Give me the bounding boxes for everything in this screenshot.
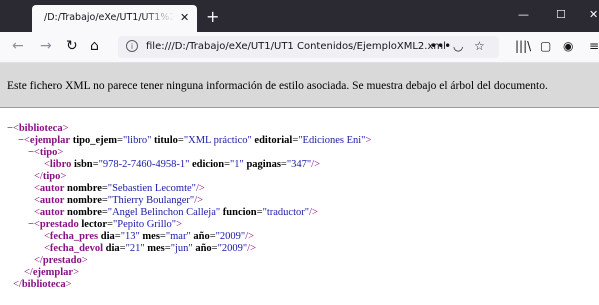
xml-line: </prestado>	[34, 255, 88, 266]
xml-line: <fecha_pres dia="13" mes="mar" año="2009…	[44, 231, 255, 242]
forward-icon[interactable]: →	[40, 38, 52, 54]
xml-line: <fecha_devol dia="21" mes="jun" año="200…	[44, 243, 256, 254]
minimize-icon[interactable]: —	[518, 8, 529, 21]
browser-tab[interactable]: /D:/Trabajo/eXe/UT1/UT1%20Conte ✕	[32, 5, 197, 32]
back-icon[interactable]: ←	[12, 38, 24, 54]
pocket-icon[interactable]: ◡	[453, 39, 463, 53]
xml-line: <autor nombre="Sebastien Lecomte"/>	[34, 183, 205, 194]
title-bar: /D:/Trabajo/eXe/UT1/UT1%20Conte ✕ + — ☐ …	[0, 0, 599, 32]
xml-line: </ejemplar>	[24, 267, 79, 278]
xml-line: <autor nombre="Thierry Boulanger"/>	[34, 195, 204, 206]
xml-line: </tipo>	[34, 171, 67, 182]
xml-line: </biblioteca>	[13, 279, 72, 290]
page-actions-icon[interactable]: •••	[430, 39, 451, 53]
url-text[interactable]: file:///D:/Trabajo/eXe/UT1/UT1 Contenido…	[146, 41, 446, 52]
close-window-icon[interactable]: ✕	[589, 8, 598, 21]
maximize-icon[interactable]: ☐	[556, 8, 566, 21]
xml-line: −<tipo>	[28, 147, 64, 158]
info-icon[interactable]: i	[126, 40, 138, 52]
reload-icon[interactable]: ↻	[66, 38, 78, 54]
menu-icon[interactable]: ≡	[589, 39, 599, 53]
xml-line: −<ejemplar tipo_ejem="libro" titulo="XML…	[18, 135, 372, 146]
xml-line: −<prestado lector="Pepito Grillo">	[28, 219, 182, 230]
library-icon[interactable]: |||\	[515, 39, 531, 53]
new-tab-button[interactable]: +	[206, 7, 219, 26]
xml-info-banner: Este fichero XML no parece tener ninguna…	[0, 63, 599, 108]
navigation-bar: ← → ↻ ⌂ i file:///D:/Trabajo/eXe/UT1/UT1…	[0, 32, 599, 63]
url-bar[interactable]: i file:///D:/Trabajo/eXe/UT1/UT1 Conteni…	[118, 36, 499, 58]
xml-line: −<biblioteca>	[7, 123, 69, 134]
xml-line: <autor nombre="Angel Belinchon Calleja" …	[34, 207, 318, 218]
tab-close-icon[interactable]: ✕	[180, 11, 189, 24]
bookmark-star-icon[interactable]: ☆	[474, 39, 485, 53]
sidebar-icon[interactable]: ▢	[540, 39, 551, 53]
xml-line: <libro isbn="978-2-7460-4958-1" edicion=…	[44, 159, 320, 170]
account-icon[interactable]: ◉	[563, 39, 573, 53]
tab-title-fade	[142, 9, 174, 27]
home-icon[interactable]: ⌂	[90, 38, 99, 54]
banner-text: Este fichero XML no parece tener ninguna…	[7, 80, 548, 92]
